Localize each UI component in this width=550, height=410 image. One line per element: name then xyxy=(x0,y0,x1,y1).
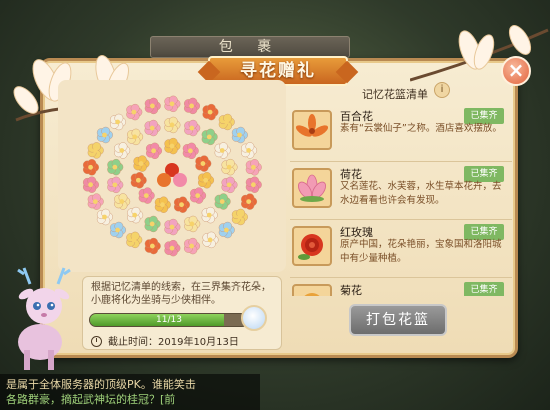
chat-line: 是属于全体服务器的顶级PK。谁能笑击 xyxy=(6,378,196,391)
wreath-flower xyxy=(195,155,212,172)
wreath-flower xyxy=(231,208,248,226)
info-icon[interactable]: i xyxy=(434,82,450,98)
wreath-flower xyxy=(126,231,143,249)
wreath-flower xyxy=(109,113,127,131)
wreath-flower xyxy=(218,113,235,131)
collection-progress-bar: 11/13 xyxy=(89,313,249,327)
item-name: 菊花 xyxy=(340,284,362,296)
wreath-flower xyxy=(164,239,181,257)
deer-avatar-icon xyxy=(241,305,267,331)
pack-basket-button[interactable]: 打包花篮 xyxy=(349,304,447,336)
wreath-flower xyxy=(164,218,181,236)
list-item-red-rose[interactable]: 红玫瑰 已集齐 原产中国，花朵艳丽，宝象国和洛阳城中有少量种植。 xyxy=(290,220,512,278)
rose-flower-icon xyxy=(292,226,332,266)
hint-box: 根据记忆清单的线索，在三界集齐花朵，小鹿将化为坐骑与少侠相伴。 11/13 截止… xyxy=(82,276,282,350)
wreath-flower xyxy=(221,176,238,194)
wreath-flower xyxy=(87,193,104,210)
wreath-flower xyxy=(127,128,144,146)
wreath-flower xyxy=(245,176,262,193)
flower-wreath xyxy=(82,95,262,257)
clock-icon xyxy=(91,336,102,347)
wreath-flower xyxy=(173,196,190,213)
chat-log: 是属于全体服务器的顶级PK。谁能笑击 各路群豪，摘起武神坛的桂冠？[前 xyxy=(0,374,260,410)
wreath-flower xyxy=(87,142,104,159)
wreath-flower xyxy=(96,126,113,144)
chat-line: 各路群豪，摘起武神坛的桂冠？[前 xyxy=(6,393,176,406)
wreath-flower xyxy=(198,172,215,189)
wreath-flower xyxy=(218,221,235,239)
list-item-lily[interactable]: 百合花 已集齐 素有“云裳仙子”之称。酒店喜欢摆放。 xyxy=(290,104,512,162)
item-description: 又名莲花、水芙蓉，水生草本花卉，去水边看看也许会有发现。 xyxy=(340,181,502,206)
wreath-flower xyxy=(114,193,131,210)
wreath-flower xyxy=(214,193,231,210)
wreath-flower xyxy=(126,103,143,121)
wreath-flower xyxy=(107,158,124,176)
wreath-flower xyxy=(202,231,219,249)
status-badge: 已集齐 xyxy=(464,282,504,296)
deer-mascot-icon xyxy=(17,267,71,370)
wreath-flower xyxy=(114,142,131,159)
wreath-flower xyxy=(164,137,181,155)
wreath-flower xyxy=(201,128,218,146)
wreath-flower xyxy=(133,155,150,172)
wreath-flower xyxy=(138,187,155,204)
wreath-flower xyxy=(245,159,262,176)
center-flower xyxy=(173,173,187,187)
wreath-flower xyxy=(144,97,161,115)
list-item-lotus[interactable]: 荷花 已集齐 又名莲花、水芙蓉，水生草本花卉，去水边看看也许会有发现。 xyxy=(290,162,512,220)
wreath-flower xyxy=(201,206,218,224)
item-description: 原产中国，花朵艳丽，宝象国和洛阳城中有少量种植。 xyxy=(340,239,502,264)
wreath-flower xyxy=(221,158,238,176)
bag-window-title: 包 裹 xyxy=(150,36,350,58)
close-button[interactable]: × xyxy=(501,56,531,86)
wreath-flower xyxy=(109,221,127,239)
wreath-flower xyxy=(144,119,161,137)
wreath-flower xyxy=(202,103,219,121)
hint-text: 根据记忆清单的线索，在三界集齐花朵，小鹿将化为坐骑与少侠相伴。 xyxy=(91,282,271,306)
center-flower xyxy=(157,173,171,187)
basket-list-heading: 记忆花篮清单 xyxy=(362,88,428,101)
wreath-flower xyxy=(231,126,248,144)
magnolia-branch-right xyxy=(410,25,549,82)
wreath-flower xyxy=(183,97,201,115)
wreath-flower xyxy=(190,187,207,204)
flower-wreath-area xyxy=(58,80,286,272)
wreath-flower xyxy=(164,116,181,134)
deadline-text: 截止时间：2019年10月13日 xyxy=(91,333,281,348)
item-description: 素有“云裳仙子”之称。酒店喜欢摆放。 xyxy=(340,123,502,134)
lotus-flower-icon xyxy=(292,168,332,208)
chrysanthemum-flower-icon xyxy=(292,284,332,296)
wreath-flower xyxy=(241,193,258,210)
wreath-flower xyxy=(241,142,258,159)
wreath-flower xyxy=(96,208,113,226)
lily-flower-icon xyxy=(292,110,332,150)
deadline-label: 截止时间：2019年10月13日 xyxy=(108,337,239,348)
wreath-flower xyxy=(182,142,199,160)
wreath-flower xyxy=(184,119,201,137)
wreath-flower xyxy=(82,159,99,176)
wreath-flower xyxy=(145,142,163,160)
wreath-flower xyxy=(107,176,124,194)
wreath-flower xyxy=(144,237,161,255)
progress-label: 11/13 xyxy=(156,315,182,325)
wreath-flower xyxy=(82,176,99,193)
wreath-flower xyxy=(127,206,144,224)
flower-list[interactable]: 百合花 已集齐 素有“云裳仙子”之称。酒店喜欢摆放。 荷花 已集齐 又名莲花、水… xyxy=(290,104,512,296)
wreath-flower xyxy=(164,95,181,113)
list-item-chrysanthemum[interactable]: 菊花 已集齐 xyxy=(290,278,512,296)
wreath-flower xyxy=(154,196,171,213)
wreath-flower xyxy=(214,142,231,159)
wreath-flower xyxy=(130,172,147,189)
wreath-flower xyxy=(184,215,201,233)
wreath-flower xyxy=(183,237,201,255)
wreath-flower xyxy=(144,215,161,233)
